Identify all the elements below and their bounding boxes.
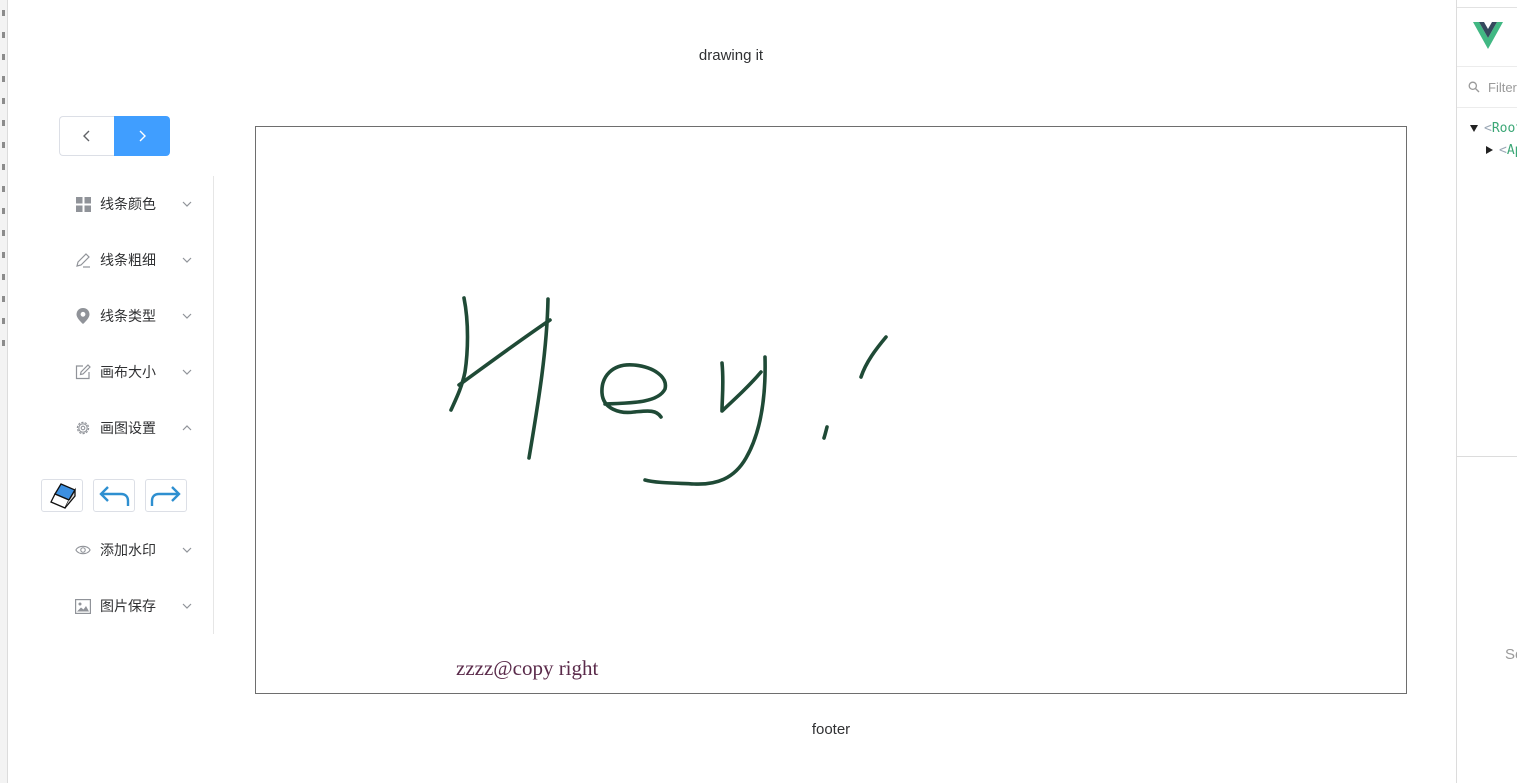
menu-item-canvas-size[interactable]: 画布大小 <box>55 344 213 400</box>
location-icon <box>75 308 91 324</box>
menu-item-label: 图片保存 <box>100 598 156 614</box>
stroke-exclam-line <box>859 335 888 379</box>
edit-icon <box>75 364 91 380</box>
drawing-canvas[interactable]: zzzz@copy right <box>255 126 1407 694</box>
next-button[interactable] <box>114 116 170 156</box>
chevron-down-icon <box>182 201 192 207</box>
chevron-down-icon <box>182 547 192 553</box>
tree-node-label: App <box>1506 142 1517 158</box>
tree-node-root[interactable]: <Root <box>1457 117 1517 139</box>
eraser-icon <box>50 482 76 509</box>
left-gutter <box>0 0 8 783</box>
draw-settings-tools <box>41 479 197 512</box>
devtools-divider <box>1457 456 1517 457</box>
redo-button[interactable] <box>145 479 187 512</box>
expand-arrow-icon <box>1470 124 1478 132</box>
picture-icon <box>75 598 91 614</box>
chevron-down-icon <box>182 369 192 375</box>
tree-node-label: Root <box>1491 120 1517 136</box>
hand-drawn-strokes <box>449 296 888 486</box>
menu-item-label: 画布大小 <box>100 364 156 380</box>
pager <box>59 116 170 156</box>
chevron-right-icon <box>139 130 146 142</box>
eraser-button[interactable] <box>41 479 83 512</box>
stroke-h-left <box>449 296 470 412</box>
tree-node-app[interactable]: <App <box>1457 139 1517 161</box>
chevron-up-icon <box>182 425 192 431</box>
watermark-text: zzzz@copy right <box>456 656 599 680</box>
devtools-filter[interactable]: Filter <box>1457 66 1517 108</box>
chevron-left-icon <box>83 130 90 142</box>
menu-item-line-color[interactable]: 线条颜色 <box>55 176 213 232</box>
menu-item-label: 线条粗细 <box>100 252 156 268</box>
vue-devtools-panel: Filter <Root <App Se <box>1456 0 1517 783</box>
chevron-down-icon <box>182 603 192 609</box>
stroke-h-cross <box>457 318 552 387</box>
undo-icon <box>99 485 130 506</box>
menu-item-line-type[interactable]: 线条类型 <box>55 288 213 344</box>
grid-icon <box>75 196 91 212</box>
gear-icon <box>75 420 91 436</box>
stroke-y-left <box>720 361 763 413</box>
devtools-side-text: Se <box>1505 646 1517 663</box>
menu-item-add-watermark[interactable]: 添加水印 <box>55 522 213 578</box>
menu-item-label: 线条类型 <box>100 308 156 324</box>
menu-item-save-image[interactable]: 图片保存 <box>55 578 213 634</box>
prev-button[interactable] <box>59 116 114 156</box>
devtools-toolbar <box>1457 0 1517 8</box>
chevron-down-icon <box>182 313 192 319</box>
search-icon <box>1468 81 1480 93</box>
filter-placeholder: Filter <box>1488 79 1517 95</box>
menu-item-label: 画图设置 <box>100 420 156 436</box>
side-menu: 线条颜色 线条粗细 线条类型 画布大小 画图设置 添加水印 图片保存 <box>55 176 214 634</box>
menu-item-line-width[interactable]: 线条粗细 <box>55 232 213 288</box>
stroke-exclam-dot <box>822 425 829 440</box>
page-title: drawing it <box>698 47 764 64</box>
menu-item-label: 线条颜色 <box>100 196 156 212</box>
page-footer: footer <box>811 721 851 738</box>
stroke-e <box>600 363 668 419</box>
vue-logo-icon <box>1473 22 1503 49</box>
pencil-icon <box>75 252 91 268</box>
chevron-down-icon <box>182 257 192 263</box>
menu-item-draw-settings[interactable]: 画图设置 <box>55 400 213 456</box>
collapse-arrow-icon <box>1486 146 1493 154</box>
redo-icon <box>150 485 181 506</box>
eye-icon <box>75 542 91 558</box>
undo-button[interactable] <box>93 479 135 512</box>
menu-item-label: 添加水印 <box>100 542 156 558</box>
component-tree: <Root <App <box>1457 117 1517 161</box>
